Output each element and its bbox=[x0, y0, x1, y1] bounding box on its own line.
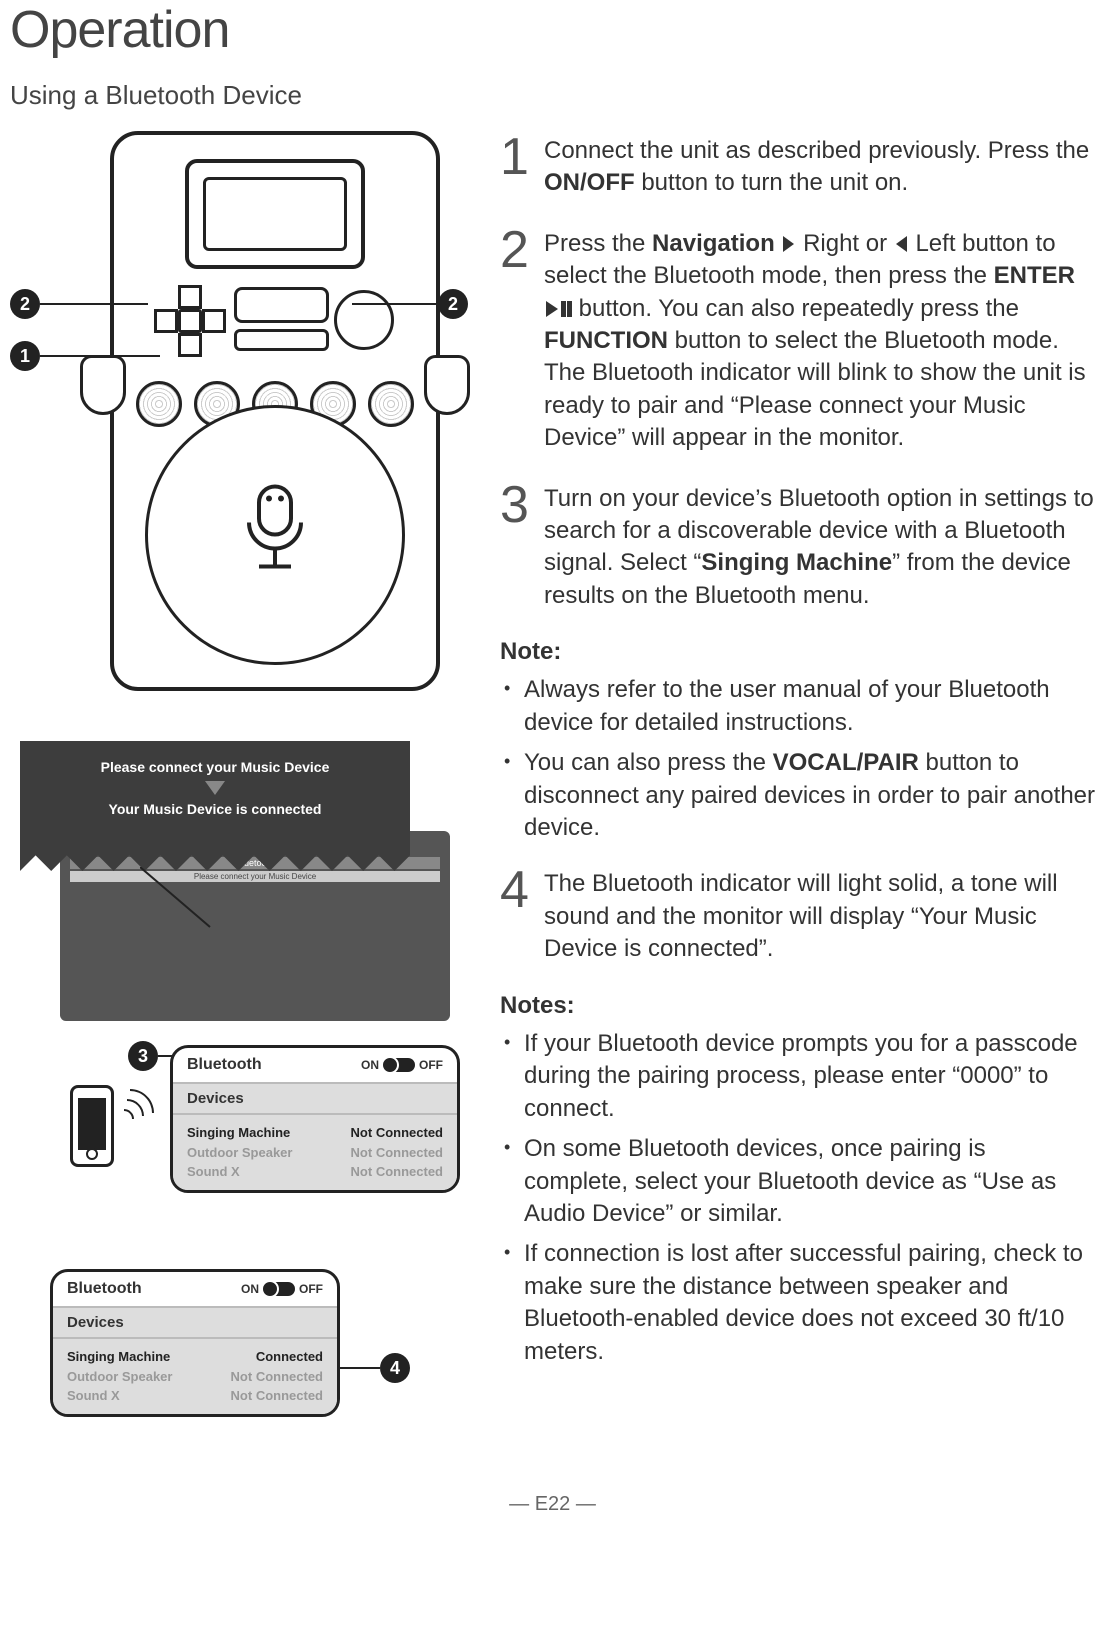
device-row: Outdoor SpeakerNot Connected bbox=[187, 1143, 443, 1163]
notes-list-1: Always refer to the user manual of your … bbox=[500, 674, 1095, 844]
section-subtitle: Using a Bluetooth Device bbox=[10, 80, 1095, 111]
smartphone-icon bbox=[70, 1085, 114, 1167]
notes-list-2: If your Bluetooth device prompts you for… bbox=[500, 1028, 1095, 1368]
step-text: Connect the unit as described previously… bbox=[544, 131, 1095, 200]
callout-2-right: 2 bbox=[438, 289, 468, 319]
enter-dial bbox=[334, 290, 394, 350]
device-illustration: 1 2 2 bbox=[10, 131, 470, 711]
device-row: Sound XNot Connected bbox=[67, 1386, 323, 1406]
monitor-illustration: singing machine Bluetooth Please connect… bbox=[20, 741, 450, 1021]
step-text: Press the Navigation Right or Left butto… bbox=[544, 224, 1095, 455]
step-3: 3 Turn on your device’s Bluetooth option… bbox=[500, 479, 1095, 613]
bt-title: Bluetooth bbox=[67, 1280, 142, 1298]
button-strip bbox=[234, 329, 329, 351]
monitor-overlay-tooltip: Please connect your Music Device Your Mu… bbox=[20, 741, 410, 871]
step-number: 2 bbox=[500, 224, 544, 455]
illustrations-column: 1 2 2 singing machine Bluetooth Please c… bbox=[10, 131, 470, 1463]
note-item: If your Bluetooth device prompts you for… bbox=[504, 1028, 1095, 1125]
callout-4: 4 bbox=[380, 1353, 410, 1383]
bluetooth-panel-step4: Bluetooth ONOFF Devices Singing MachineC… bbox=[10, 1269, 470, 1439]
bt-toggle: ONOFF bbox=[241, 1282, 323, 1296]
step-number: 1 bbox=[500, 131, 544, 200]
overlay-line-2: Your Music Device is connected bbox=[20, 801, 410, 817]
note-heading: Note: bbox=[500, 636, 1095, 668]
devices-heading: Devices bbox=[53, 1306, 337, 1339]
speaker-grille bbox=[145, 405, 405, 665]
page-number: E22 bbox=[10, 1493, 1095, 1516]
note-item: On some Bluetooth devices, once pairing … bbox=[504, 1133, 1095, 1230]
device-row: Sound XNot Connected bbox=[187, 1162, 443, 1182]
bt-toggle: ONOFF bbox=[361, 1058, 443, 1072]
note-item: You can also press the VOCAL/PAIR button… bbox=[504, 747, 1095, 844]
instructions-column: 1 Connect the unit as described previous… bbox=[500, 131, 1095, 1463]
device-row: Outdoor SpeakerNot Connected bbox=[67, 1367, 323, 1387]
note-item: If connection is lost after successful p… bbox=[504, 1238, 1095, 1368]
step-number: 4 bbox=[500, 864, 544, 965]
note-item: Always refer to the user manual of your … bbox=[504, 674, 1095, 739]
bt-settings-card-2: Bluetooth ONOFF Devices Singing MachineC… bbox=[50, 1269, 340, 1417]
navigation-dpad bbox=[154, 285, 226, 357]
play-pause-icon bbox=[544, 301, 572, 317]
device-row: Singing MachineConnected bbox=[67, 1347, 323, 1367]
karaoke-unit-outline bbox=[110, 131, 440, 691]
callout-3: 3 bbox=[128, 1041, 158, 1071]
device-screen bbox=[185, 159, 365, 269]
notes-heading: Notes: bbox=[500, 990, 1095, 1022]
left-handle bbox=[80, 355, 126, 415]
right-handle bbox=[424, 355, 470, 415]
bluetooth-panel-step3: Bluetooth ONOFF Devices Singing MachineN… bbox=[10, 1045, 470, 1245]
overlay-line-1: Please connect your Music Device bbox=[20, 759, 410, 775]
devices-heading: Devices bbox=[173, 1082, 457, 1115]
step-2: 2 Press the Navigation Right or Left but… bbox=[500, 224, 1095, 455]
monitor-status-text: Please connect your Music Device bbox=[70, 871, 440, 882]
bt-title: Bluetooth bbox=[187, 1056, 262, 1074]
callout-1: 1 bbox=[10, 341, 40, 371]
callout-2-left: 2 bbox=[10, 289, 40, 319]
microphone-icon bbox=[235, 483, 315, 588]
step-text: Turn on your device’s Bluetooth option i… bbox=[544, 479, 1095, 613]
down-arrow-icon bbox=[205, 781, 225, 795]
step-4: 4 The Bluetooth indicator will light sol… bbox=[500, 864, 1095, 965]
step-text: The Bluetooth indicator will light solid… bbox=[544, 864, 1095, 965]
display-strip bbox=[234, 287, 329, 323]
bt-settings-card-1: Bluetooth ONOFF Devices Singing MachineN… bbox=[170, 1045, 460, 1193]
page-title: Operation bbox=[10, 0, 1095, 60]
device-row: Singing MachineNot Connected bbox=[187, 1123, 443, 1143]
step-number: 3 bbox=[500, 479, 544, 613]
right-triangle-icon bbox=[783, 236, 794, 252]
step-1: 1 Connect the unit as described previous… bbox=[500, 131, 1095, 200]
left-triangle-icon bbox=[896, 236, 907, 252]
